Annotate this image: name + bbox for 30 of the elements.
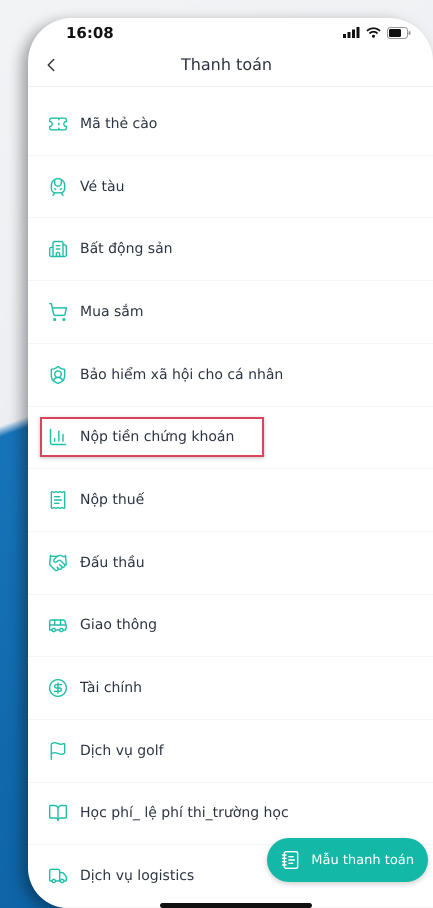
page-title: Thanh toán	[180, 55, 274, 74]
shield-user-icon	[48, 364, 68, 385]
book-icon	[48, 803, 68, 824]
payment-category-item[interactable]: Học phí_ lệ phí thi_trường học	[40, 793, 319, 834]
payment-category-item[interactable]: Mã thẻ cào	[40, 104, 188, 144]
building-icon	[48, 239, 68, 260]
bar-chart-icon	[48, 427, 68, 448]
notebook-icon	[281, 850, 302, 870]
payment-category-item[interactable]: Bảo hiểm xã hội cho cá nhân	[40, 354, 314, 395]
payment-category-item[interactable]: Mua sắm	[40, 292, 174, 332]
status-time: 16:08	[66, 24, 114, 42]
payment-category-item[interactable]: Tài chính	[40, 668, 172, 708]
payment-category-item[interactable]: Vé tàu	[40, 166, 154, 207]
train-icon	[48, 176, 68, 197]
handshake-icon	[48, 552, 68, 573]
receipt-icon	[48, 490, 68, 510]
payment-category-item[interactable]: Nộp thuế	[40, 480, 174, 520]
flag-icon	[48, 740, 68, 761]
signal-icon	[343, 27, 360, 38]
payment-category-item[interactable]: Bất động sản	[40, 229, 203, 270]
cart-icon	[48, 302, 68, 322]
payment-category-item[interactable]: Giao thông	[40, 605, 188, 646]
dollar-coin-icon	[48, 678, 68, 698]
payment-category-item[interactable]: Dịch vụ logistics	[40, 856, 224, 896]
payment-category-item[interactable]: Dịch vụ golf	[40, 730, 194, 771]
truck-icon	[48, 866, 68, 886]
wifi-icon	[366, 27, 381, 38]
payment-category-item[interactable]: Nộp tiền chứng khoán	[40, 417, 264, 458]
payment-category-item[interactable]: Đấu thầu	[40, 542, 175, 583]
battery-icon	[387, 26, 411, 39]
